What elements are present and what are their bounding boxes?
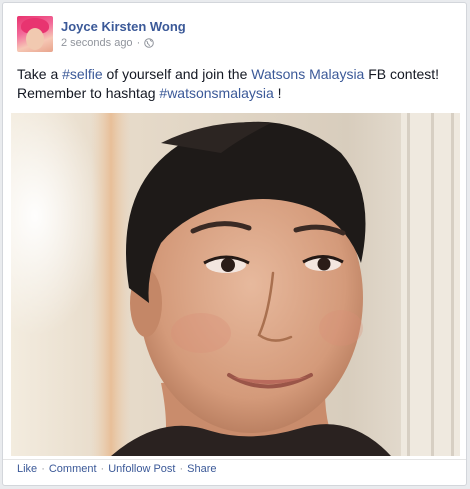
message-line-1: Take a #selfie of yourself and join the … <box>17 65 457 84</box>
post-message: Take a #selfie of yourself and join the … <box>17 65 457 103</box>
action-separator: · <box>100 463 105 475</box>
news-feed-post: Joyce Kirsten Wong 2 seconds ago · Take … <box>2 2 467 486</box>
share-link[interactable]: Share <box>187 463 216 475</box>
hashtag-watsonsmalaysia-link[interactable]: #watsonsmalaysia <box>159 85 273 101</box>
watsons-malaysia-page-link[interactable]: Watsons Malaysia <box>251 66 364 82</box>
timestamp-row: 2 seconds ago · <box>61 37 186 49</box>
post-meta: Joyce Kirsten Wong 2 seconds ago · <box>61 19 186 49</box>
post-timestamp[interactable]: 2 seconds ago <box>61 37 133 49</box>
message-text: Remember to hashtag <box>17 85 160 101</box>
avatar-face <box>26 28 44 50</box>
action-separator: · <box>41 463 45 475</box>
message-text: ! <box>273 85 282 101</box>
like-link[interactable]: Like <box>17 463 37 475</box>
message-text: Take a <box>17 66 63 82</box>
selfie-photo-illustration <box>11 113 460 456</box>
globe-icon[interactable] <box>144 38 155 48</box>
post-actions: Like · Comment · Unfollow Post · Share <box>17 463 217 475</box>
author-name[interactable]: Joyce Kirsten Wong <box>61 19 186 35</box>
unfollow-post-link[interactable]: Unfollow Post <box>108 463 175 475</box>
meta-separator: · <box>136 37 141 49</box>
action-separator: · <box>179 463 184 475</box>
message-line-2: Remember to hashtag #watsonsmalaysia ! <box>17 84 457 103</box>
hashtag-selfie-link[interactable]: #selfie <box>62 66 102 82</box>
post-photo[interactable] <box>11 113 460 456</box>
actions-divider <box>3 459 466 460</box>
author-avatar[interactable] <box>17 16 53 52</box>
message-text: FB contest! <box>364 66 440 82</box>
post-header: Joyce Kirsten Wong 2 seconds ago · <box>17 16 186 52</box>
message-text: of yourself and join the <box>102 66 252 82</box>
comment-link[interactable]: Comment <box>49 463 97 475</box>
